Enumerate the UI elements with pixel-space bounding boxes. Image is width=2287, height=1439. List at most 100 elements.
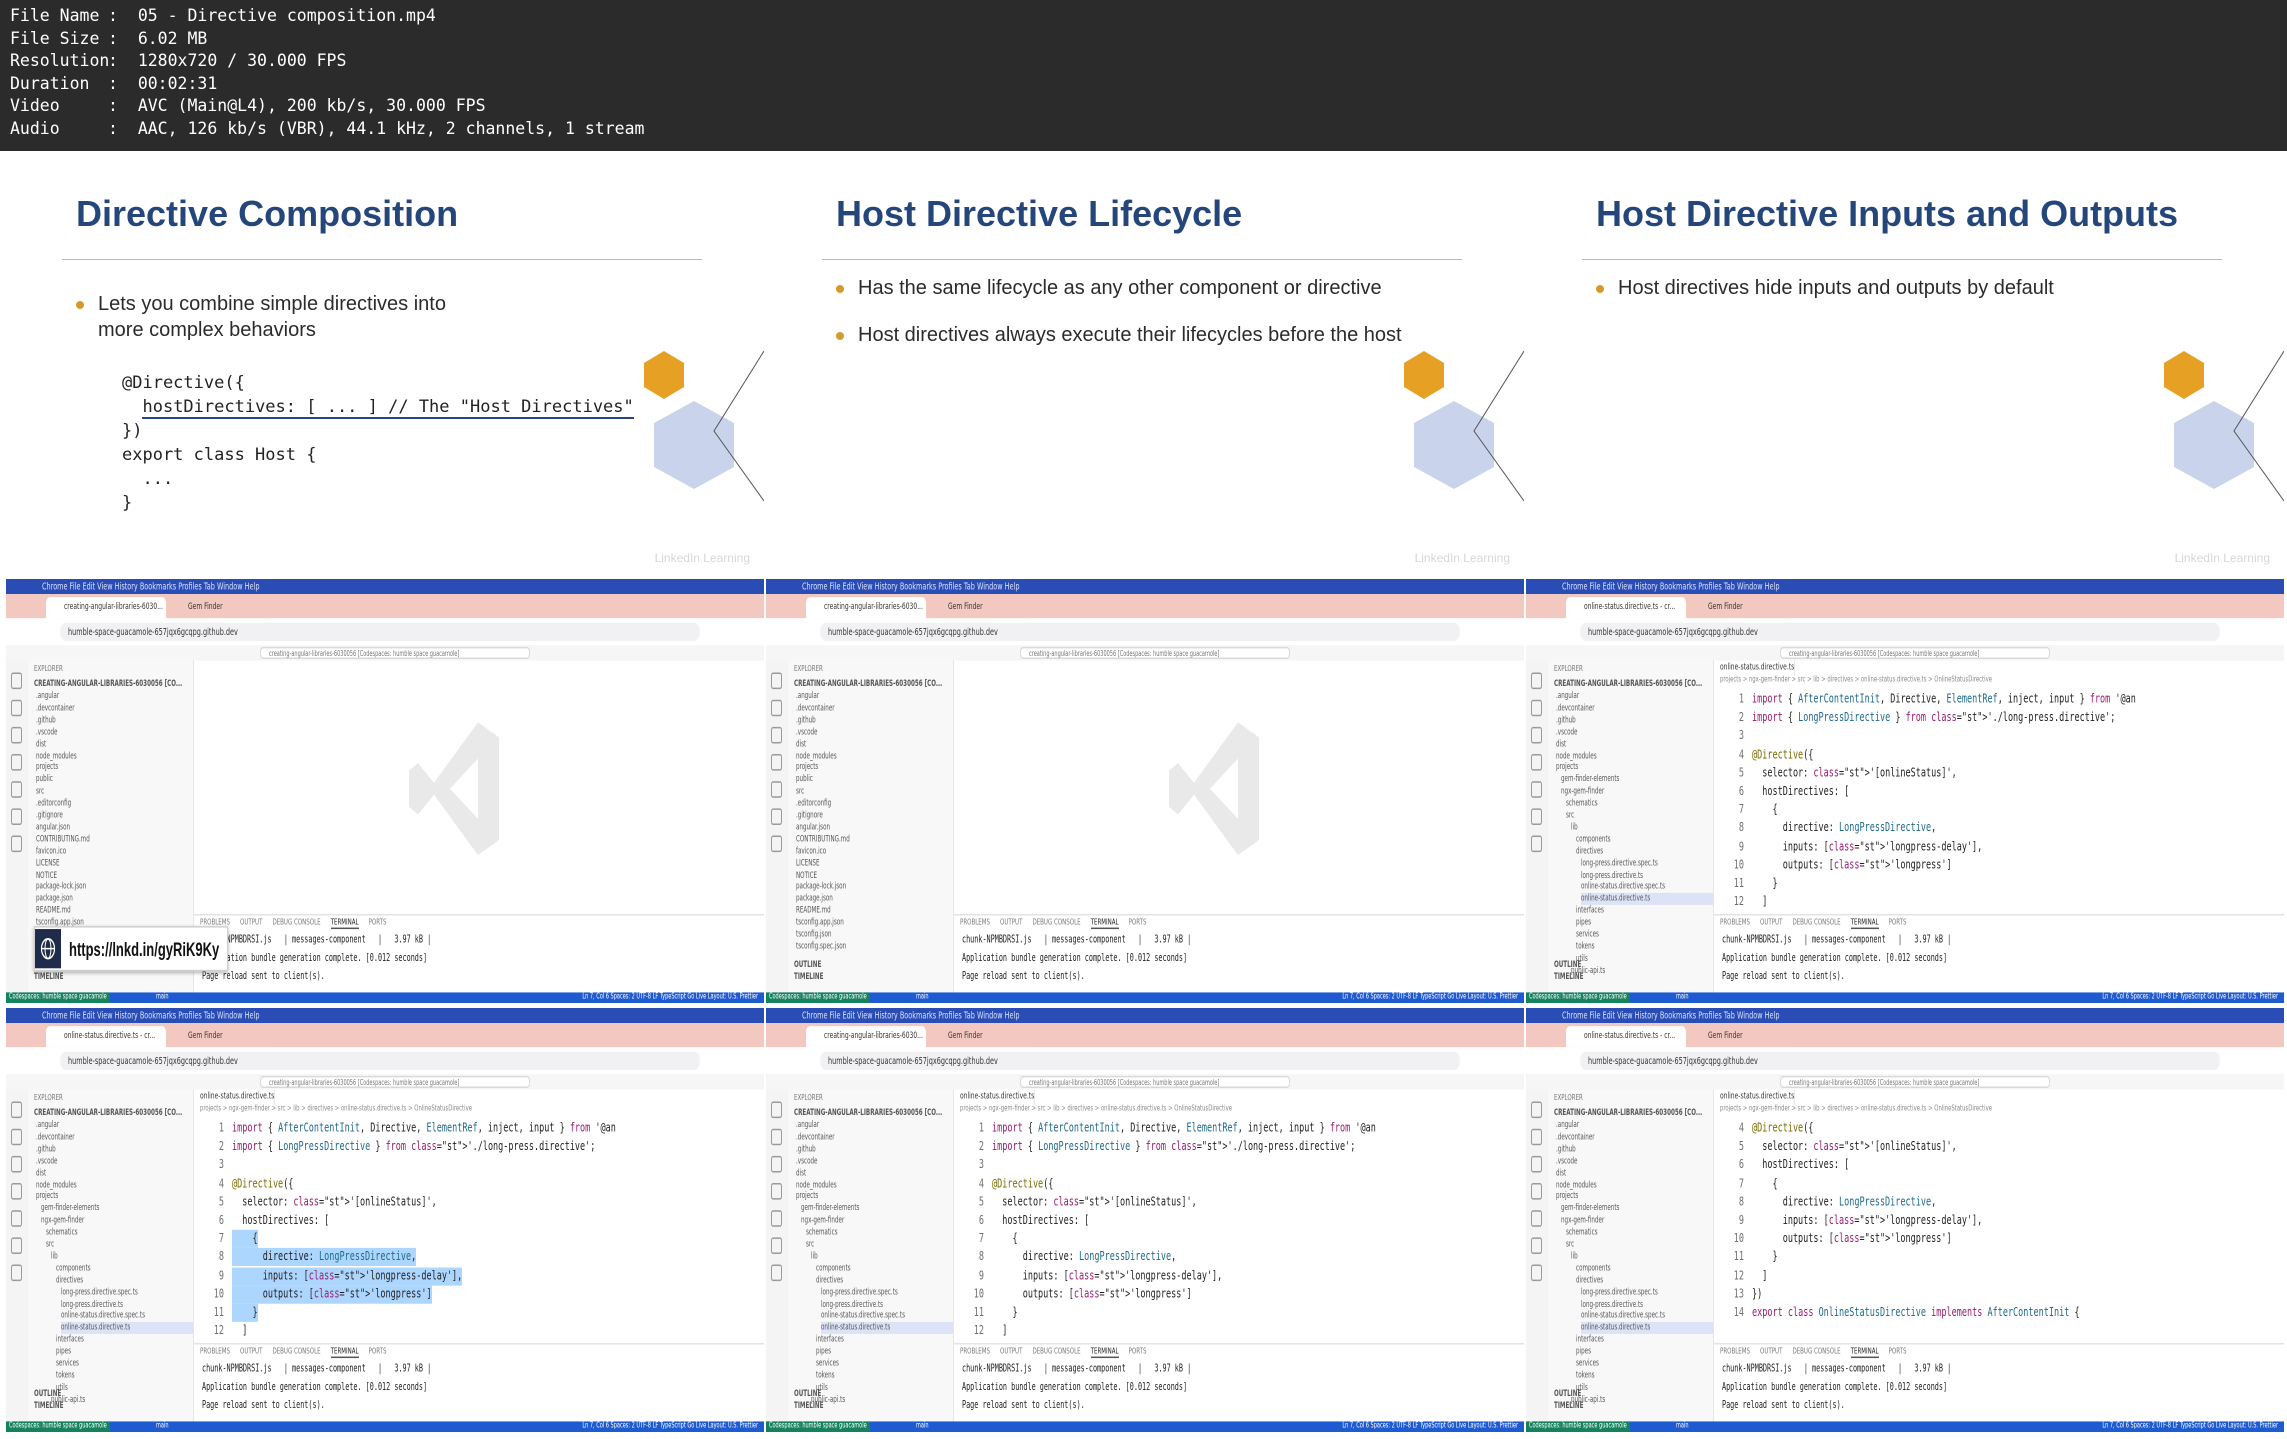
explorer-item[interactable]: src — [36, 786, 193, 798]
explorer-item[interactable]: public-api.ts — [51, 1394, 193, 1406]
activity-icon[interactable] — [11, 1237, 22, 1254]
explorer-item[interactable]: package.json — [36, 893, 193, 905]
explorer-item[interactable]: pipes — [1576, 1346, 1713, 1358]
activity-icon[interactable] — [771, 835, 782, 853]
panel-tab[interactable]: TERMINAL — [1090, 918, 1119, 930]
explorer-item[interactable]: schematics — [1566, 1227, 1713, 1239]
explorer-item[interactable]: utils — [56, 1382, 193, 1394]
activity-icon[interactable] — [1531, 1128, 1542, 1146]
editor-tab[interactable]: online-status.directive.ts — [194, 1089, 276, 1105]
activity-icon[interactable] — [1531, 808, 1542, 825]
app-menu[interactable]: Chrome File Edit View History Bookmarks … — [1562, 579, 1779, 594]
tab-codespace[interactable]: creating-angular-libraries-6030... — [46, 597, 166, 619]
code-line[interactable]: selector: class="st">'[onlineStatus]', — [1752, 1138, 1956, 1156]
explorer-item[interactable]: online-status.directive.ts — [1581, 893, 1713, 906]
explorer-item[interactable]: .devcontainer — [796, 703, 953, 715]
explorer-item[interactable]: directives — [56, 1275, 193, 1287]
tab-gem-finder[interactable]: Gem Finder — [930, 1026, 1030, 1048]
tab-gem-finder[interactable]: Gem Finder — [170, 597, 270, 619]
explorer-root[interactable]: CREATING-ANGULAR-LIBRARIES-6030056 [CO..… — [794, 1108, 942, 1120]
breadcrumb[interactable]: projects > ngx-gem-finder > src > lib > … — [200, 1105, 472, 1114]
explorer-item[interactable]: .angular — [796, 691, 953, 703]
activity-icon[interactable] — [11, 1210, 22, 1227]
activity-icon[interactable] — [771, 1237, 782, 1254]
code-line[interactable]: } — [1752, 875, 1777, 893]
code-line[interactable]: inputs: [class="st">'longpress-delay'], — [1752, 1212, 1983, 1230]
explorer-item[interactable]: ngx-gem-finder — [41, 1215, 193, 1227]
explorer-item[interactable]: lib — [1571, 1251, 1713, 1263]
tab-codespace[interactable]: online-status.directive.ts - cr... — [46, 1026, 166, 1048]
panel-tab[interactable]: PORTS — [369, 919, 387, 928]
explorer-item[interactable]: lib — [1571, 822, 1713, 834]
remote-indicator[interactable]: Codespaces: humble space guacamole — [1526, 1421, 1630, 1432]
activity-icon[interactable] — [11, 699, 22, 717]
explorer-item[interactable]: pipes — [1576, 917, 1713, 929]
outline-section[interactable]: OUTLINE — [794, 1388, 821, 1400]
explorer-item[interactable]: .github — [1556, 714, 1713, 726]
explorer-item[interactable]: .devcontainer — [1556, 1132, 1713, 1144]
explorer-item[interactable]: angular.json — [36, 822, 193, 834]
panel-tab[interactable]: OUTPUT — [1760, 919, 1782, 928]
command-center-input[interactable]: creating-angular-libraries-6030056 [Code… — [1780, 1075, 2050, 1088]
code-line[interactable]: { — [1752, 1175, 1777, 1193]
explorer-item[interactable]: projects — [36, 1191, 193, 1203]
explorer-item[interactable]: .angular — [36, 1120, 193, 1132]
panel-tab[interactable]: PROBLEMS — [960, 919, 990, 928]
app-menu[interactable]: Chrome File Edit View History Bookmarks … — [1562, 1008, 1779, 1023]
explorer-item[interactable]: ngx-gem-finder — [1561, 786, 1713, 798]
explorer-item[interactable]: long-press.directive.spec.ts — [1581, 1287, 1713, 1299]
panel-tab[interactable]: DEBUG CONSOLE — [1792, 1348, 1840, 1357]
code-line[interactable]: import { AfterContentInit, Directive, El… — [1752, 691, 2136, 709]
activity-icon[interactable] — [11, 1155, 22, 1173]
code-line[interactable]: hostDirectives: [ — [1752, 1156, 1849, 1174]
explorer-item[interactable]: NOTICE — [796, 869, 953, 881]
code-line[interactable]: } — [232, 1303, 258, 1322]
tab-codespace[interactable]: creating-angular-libraries-6030... — [806, 1026, 926, 1048]
explorer-item[interactable]: .editorconfig — [36, 798, 193, 810]
editor-tab[interactable]: online-status.directive.ts — [1714, 660, 1796, 676]
explorer-item[interactable]: package.json — [796, 893, 953, 905]
activity-icon[interactable] — [1531, 1101, 1542, 1119]
code-line[interactable]: inputs: [class="st">'longpress-delay'], — [1752, 838, 1983, 856]
explorer-item[interactable]: .github — [1556, 1143, 1713, 1155]
explorer-item[interactable]: schematics — [46, 1227, 193, 1239]
panel-tab[interactable]: OUTPUT — [240, 1348, 262, 1357]
code-line[interactable]: } — [992, 1304, 1017, 1322]
explorer-item[interactable]: directives — [1576, 846, 1713, 858]
activity-icon[interactable] — [11, 1101, 22, 1119]
panel-tab[interactable]: TERMINAL — [330, 918, 359, 930]
code-line[interactable]: outputs: [class="st">'longpress'] — [232, 1285, 432, 1304]
panel-tab[interactable]: PORTS — [1129, 919, 1147, 928]
explorer-item[interactable]: LICENSE — [36, 858, 193, 870]
explorer-item[interactable]: online-status.directive.ts — [61, 1322, 193, 1335]
activity-icon[interactable] — [11, 1128, 22, 1146]
code-line[interactable]: { — [1752, 801, 1777, 819]
code-line[interactable]: import { AfterContentInit, Directive, El… — [992, 1120, 1376, 1138]
explorer-item[interactable]: tsconfig.app.json — [796, 917, 953, 929]
code-line[interactable]: export class OnlineStatusDirective imple… — [1752, 1304, 2080, 1322]
code-line[interactable]: @Directive({ — [1752, 1120, 1813, 1138]
activity-icon[interactable] — [771, 672, 782, 690]
explorer-item[interactable]: node_modules — [796, 1179, 953, 1191]
outline-section[interactable]: OUTLINE — [34, 1388, 61, 1400]
explorer-item[interactable]: tokens — [1576, 941, 1713, 953]
explorer-item[interactable]: projects — [796, 762, 953, 774]
activity-icon[interactable] — [771, 1128, 782, 1146]
explorer-item[interactable]: projects — [1556, 1191, 1713, 1203]
status-right[interactable]: Ln 7, Col 6 Spaces: 2 UTF-8 LF TypeScrip… — [1342, 992, 1518, 1003]
explorer-item[interactable]: .vscode — [36, 1155, 193, 1167]
panel-tab[interactable]: OUTPUT — [240, 919, 262, 928]
explorer-item[interactable]: node_modules — [36, 750, 193, 762]
explorer-item[interactable]: .devcontainer — [1556, 703, 1713, 715]
explorer-item[interactable]: .gitignore — [796, 810, 953, 822]
explorer-item[interactable]: interfaces — [816, 1334, 953, 1346]
code-line[interactable]: selector: class="st">'[onlineStatus]', — [232, 1193, 436, 1211]
explorer-item[interactable]: .devcontainer — [36, 1132, 193, 1144]
tab-codespace[interactable]: online-status.directive.ts - cr... — [1566, 1026, 1686, 1048]
explorer-root[interactable]: CREATING-ANGULAR-LIBRARIES-6030056 [CO..… — [794, 679, 942, 691]
outline-section[interactable]: OUTLINE — [1554, 959, 1581, 971]
explorer-item[interactable]: dist — [796, 738, 953, 750]
explorer-item[interactable]: .vscode — [1556, 726, 1713, 738]
panel-tab[interactable]: OUTPUT — [1000, 919, 1022, 928]
tab-gem-finder[interactable]: Gem Finder — [930, 597, 1030, 619]
